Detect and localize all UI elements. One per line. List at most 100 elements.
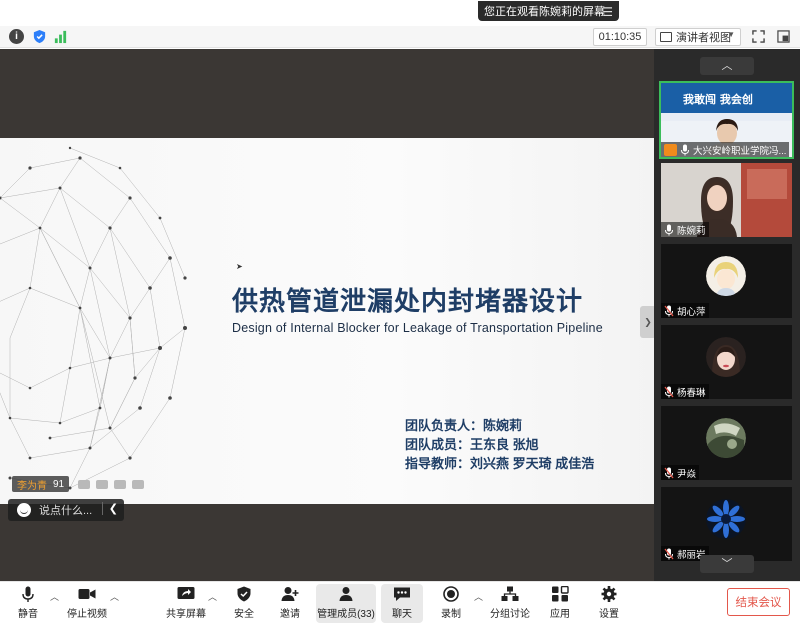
team-members-line: 团队成员：王东良 张旭: [405, 437, 539, 452]
presentation-slide: ➤ 供热管道泄漏处内封堵器设计 Design of Internal Block…: [0, 138, 654, 504]
meeting-info-bar: i 01:10:35 演讲者视图 ▼: [0, 26, 800, 48]
apps-grid-icon: [552, 586, 569, 602]
security-button[interactable]: 安全: [230, 584, 258, 623]
microphone-muted-icon: [664, 305, 674, 316]
chevron-left-icon[interactable]: ❮: [101, 502, 118, 515]
microphone-icon: [22, 586, 34, 602]
apps-button[interactable]: 应用: [546, 584, 574, 623]
speaker-name-tag: 李为青 91: [12, 476, 70, 492]
settings-label: 设置: [599, 609, 619, 620]
participant-video-panel: ︿ 我敢闯 我会创 大兴安岭职业学院冯... 陈婉莉 胡心萍 杨春琳 尹焱 郝丽…: [654, 49, 800, 581]
participant-name: 大兴安岭职业学院冯...: [693, 145, 787, 157]
participant-name: 胡心萍: [677, 306, 706, 318]
chevron-down-icon[interactable]: ﹀: [700, 555, 754, 573]
gear-icon: [601, 586, 617, 602]
participant-name: 尹焱: [677, 468, 697, 480]
shield-icon[interactable]: [32, 29, 47, 44]
reaction-icon[interactable]: [96, 480, 108, 489]
minimize-window-icon[interactable]: [777, 30, 790, 43]
participant-tile[interactable]: 陈婉莉: [661, 163, 792, 237]
meeting-timer: 01:10:35: [593, 28, 647, 46]
participant-tile[interactable]: 杨春琳: [661, 325, 792, 399]
participant-label: 胡心萍: [661, 303, 709, 318]
participant-tile[interactable]: 郝丽岩: [661, 487, 792, 561]
settings-button[interactable]: 设置: [595, 584, 623, 623]
manage-participants-label: 管理成员(33): [317, 609, 375, 620]
chat-label: 聊天: [392, 609, 412, 620]
signal-icon[interactable]: [53, 29, 68, 44]
share-screen-icon: [177, 587, 195, 599]
participant-tile[interactable]: 胡心萍: [661, 244, 792, 318]
invite-button[interactable]: 邀请: [276, 584, 304, 623]
record-button[interactable]: 录制: [437, 584, 465, 623]
microphone-icon: [665, 224, 673, 235]
microphone-muted-icon: [664, 386, 674, 397]
info-icon[interactable]: i: [9, 29, 24, 44]
reaction-icon[interactable]: [78, 480, 90, 489]
hamburger-icon[interactable]: ☰: [602, 5, 613, 19]
breakout-label: 分组讨论: [490, 609, 530, 620]
slide-team-info: 团队负责人：陈婉莉 团队成员：王东良 张旭 指导教师：刘兴燕 罗天琦 成佳浩: [405, 416, 594, 473]
share-notice-pill[interactable]: 您正在观看陈婉莉的屏幕 ☰: [478, 1, 619, 21]
participant-name: 陈婉莉: [677, 225, 706, 237]
microphone-muted-icon: [664, 548, 674, 559]
meeting-window: 您正在观看陈婉莉的屏幕 ☰ i 01:10:35 演讲者视图 ▼ ➤ 供热管道泄…: [0, 0, 800, 624]
shield-icon: [237, 586, 251, 602]
view-mode-button[interactable]: 演讲者视图 ▼: [655, 28, 741, 46]
emoji-icon[interactable]: [17, 503, 31, 517]
end-meeting-button[interactable]: 结束会议: [727, 588, 790, 616]
microphone-muted-icon: [664, 467, 674, 478]
invite-label: 邀请: [280, 609, 300, 620]
speaker-count: 91: [53, 478, 65, 490]
chat-bubble-icon: [394, 587, 410, 601]
add-user-icon: [281, 587, 299, 601]
chevron-down-icon: ▼: [727, 30, 735, 39]
reaction-bar: [78, 480, 144, 489]
microphone-icon: [681, 144, 689, 155]
breakout-rooms-icon: [501, 586, 519, 601]
participant-label: 陈婉莉: [661, 222, 709, 237]
speaker-name: 李为青: [17, 480, 47, 492]
chevron-up-icon[interactable]: ︿: [50, 590, 59, 603]
reaction-icon[interactable]: [114, 480, 126, 489]
raised-hand-icon: [664, 143, 677, 156]
participant-name: 杨春琳: [677, 387, 706, 399]
chevron-up-icon[interactable]: ︿: [700, 57, 754, 75]
mouse-cursor-icon: ➤: [236, 262, 243, 271]
stop-video-button[interactable]: 停止视频: [66, 584, 108, 623]
mute-button[interactable]: 静音: [10, 584, 46, 623]
network-globe-graphic: [0, 146, 187, 490]
participant-tile[interactable]: 尹焱: [661, 406, 792, 480]
chevron-up-icon[interactable]: ︿: [110, 590, 119, 603]
mute-label: 静音: [18, 609, 38, 620]
chevron-up-icon[interactable]: ︿: [474, 590, 483, 603]
record-icon: [443, 586, 459, 602]
advisors-line: 指导教师：刘兴燕 罗天琦 成佳浩: [405, 456, 595, 471]
chat-placeholder: 说点什么...: [39, 505, 93, 517]
slide-subtitle: Design of Internal Blocker for Leakage o…: [232, 321, 603, 335]
fullscreen-icon[interactable]: [752, 30, 765, 43]
avatar: [706, 256, 746, 296]
share-notice-text: 您正在观看陈婉莉的屏幕: [484, 6, 605, 18]
participant-tile[interactable]: 我敢闯 我会创 大兴安岭职业学院冯...: [659, 81, 794, 159]
slide-title: 供热管道泄漏处内封堵器设计: [232, 287, 584, 317]
meeting-toolbar: 静音 ︿ 停止视频 ︿ 共享屏幕 ︿ 安全 邀请 管理成员(33) 聊天 录制 …: [0, 581, 800, 624]
team-leader-line: 团队负责人：陈婉莉: [405, 418, 523, 433]
quick-chat-input[interactable]: 说点什么... ❮: [8, 499, 124, 521]
shared-screen: ➤ 供热管道泄漏处内封堵器设计 Design of Internal Block…: [0, 49, 654, 581]
share-notice-bar: 您正在观看陈婉莉的屏幕 ☰: [0, 0, 800, 26]
breakout-rooms-button[interactable]: 分组讨论: [490, 584, 530, 623]
avatar: [706, 499, 746, 539]
stop-video-label: 停止视频: [67, 609, 107, 620]
chevron-up-icon[interactable]: ︿: [208, 590, 217, 603]
manage-participants-button[interactable]: 管理成员(33): [316, 584, 376, 623]
participant-label: 杨春琳: [661, 384, 709, 399]
security-label: 安全: [234, 609, 254, 620]
participant-label: 尹焱: [661, 465, 700, 480]
participant-label: 大兴安岭职业学院冯...: [661, 142, 790, 157]
avatar: [706, 418, 746, 458]
chat-button[interactable]: 聊天: [381, 584, 423, 623]
reaction-icon[interactable]: [132, 480, 144, 489]
participants-icon: [339, 587, 353, 601]
share-screen-button[interactable]: 共享屏幕: [166, 584, 206, 623]
